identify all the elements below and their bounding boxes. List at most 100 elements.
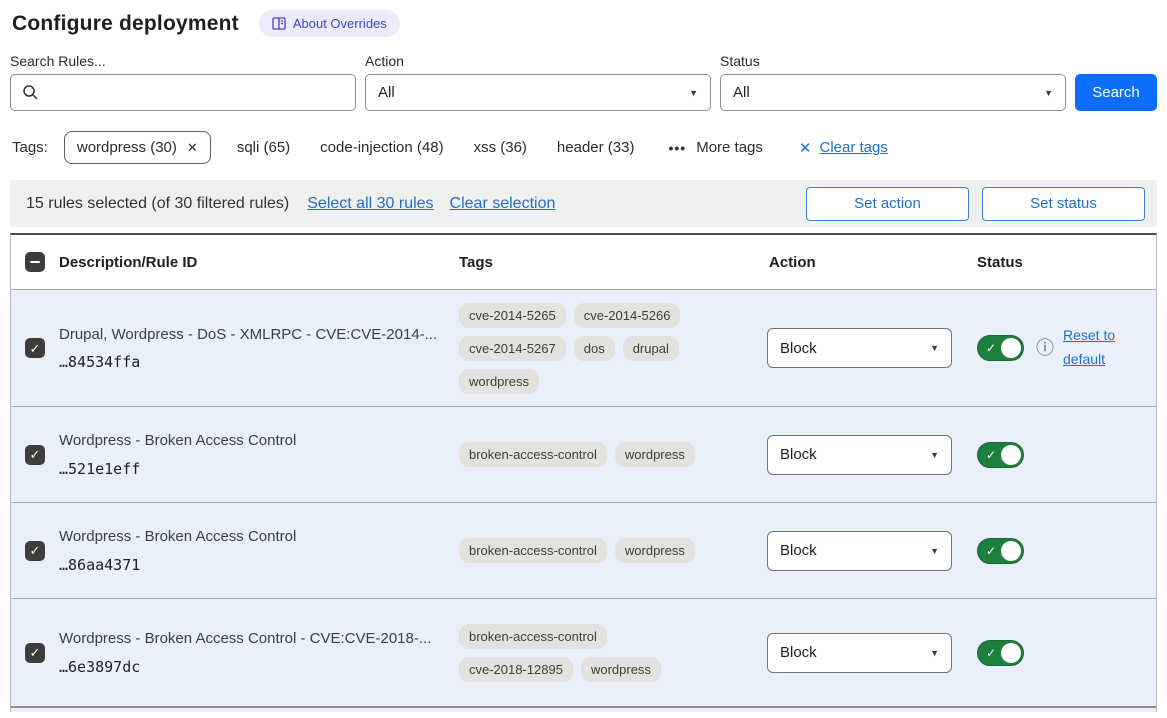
rule-id: …6e3897dc [59, 658, 443, 676]
title-row: Configure deployment About Overrides [12, 10, 1157, 37]
action-value: Block [780, 446, 817, 463]
status-toggle[interactable]: ✓ [977, 538, 1024, 564]
clear-tags-link[interactable]: ✕ Clear tags [799, 139, 888, 157]
rule-tag-pill: wordpress [615, 442, 695, 467]
rule-description: Wordpress - Broken Access Control [59, 527, 443, 547]
table-bottom-edge [11, 706, 1156, 712]
about-overrides-badge[interactable]: About Overrides [259, 10, 400, 37]
rule-tag-pill: broken-access-control [459, 538, 607, 563]
action-select[interactable]: Block ▼ [767, 633, 952, 673]
configure-deployment-page: Configure deployment About Overrides Sea… [0, 0, 1167, 712]
status-toggle[interactable]: ✓ [977, 640, 1024, 666]
chevron-down-icon: ▼ [930, 343, 939, 353]
table-body: ✓ Drupal, Wordpress - DoS - XMLRPC - CVE… [11, 289, 1156, 706]
select-all-rules-link[interactable]: Select all 30 rules [307, 195, 433, 213]
tags-label: Tags: [12, 139, 48, 156]
chevron-down-icon: ▼ [930, 648, 939, 658]
rule-description: Wordpress - Broken Access Control [59, 431, 443, 451]
table-header-row: Description/Rule ID Tags Action Status [11, 235, 1156, 289]
rule-tag-pill: broken-access-control [459, 442, 607, 467]
chevron-down-icon: ▼ [930, 546, 939, 556]
column-header-tags: Tags [459, 254, 759, 271]
table-row: ✓ Wordpress - Broken Access Control …86a… [11, 502, 1156, 598]
row-checkbox[interactable]: ✓ [25, 338, 45, 358]
column-header-action: Action [759, 254, 969, 271]
filter-row: Search Rules... Action All ▼ Status All … [10, 53, 1157, 111]
row-checkbox[interactable]: ✓ [25, 541, 45, 561]
action-value: Block [780, 340, 817, 357]
tag-links: sqli (65) code-injection (48) xss (36) head… [237, 139, 665, 156]
tag-filter-link[interactable]: header (33) [557, 139, 635, 156]
rule-tag-pill: wordpress [581, 657, 661, 682]
reset-to-default-link[interactable]: Reset to default [1063, 324, 1127, 372]
ellipsis-icon: ••• [668, 140, 686, 156]
set-action-button[interactable]: Set action [806, 187, 969, 221]
rule-tags-cell: cve-2014-5265 cve-2014-5266 cve-2014-5267 d… [459, 297, 709, 400]
clear-selection-link[interactable]: Clear selection [450, 195, 556, 213]
status-filter-select[interactable]: All ▼ [720, 74, 1066, 111]
search-rules-label: Search Rules... [10, 53, 356, 69]
action-select[interactable]: Block ▼ [767, 328, 952, 368]
rule-tags-cell: broken-access-control cve-2018-12895 wordp… [459, 618, 709, 688]
rule-id: …86aa4371 [59, 556, 443, 574]
rule-id: …521e1eff [59, 460, 443, 478]
rule-tag-pill: broken-access-control [459, 624, 607, 649]
tags-bar: Tags: wordpress (30) ✕ sqli (65) code-inj… [12, 131, 1157, 164]
info-icon[interactable]: ⓘ [1036, 339, 1054, 357]
rule-tag-pill: cve-2018-12895 [459, 657, 573, 682]
action-filter-select[interactable]: All ▼ [365, 74, 711, 111]
set-status-button[interactable]: Set status [982, 187, 1145, 221]
more-tags-button[interactable]: ••• More tags [668, 139, 762, 156]
rule-description: Drupal, Wordpress - DoS - XMLRPC - CVE:C… [59, 325, 443, 345]
search-icon [22, 84, 39, 101]
select-all-checkbox[interactable] [25, 252, 45, 272]
tag-filter-link[interactable]: xss (36) [474, 139, 527, 156]
status-toggle[interactable]: ✓ [977, 335, 1024, 361]
action-value: Block [780, 542, 817, 559]
selection-bar: 15 rules selected (of 30 filtered rules)… [10, 180, 1157, 227]
action-value: Block [780, 644, 817, 661]
table-row: ✓ Wordpress - Broken Access Control - CV… [11, 598, 1156, 706]
book-icon [272, 17, 286, 30]
rule-id: …84534ffa [59, 353, 443, 371]
search-button[interactable]: Search [1075, 74, 1157, 111]
about-overrides-label: About Overrides [293, 16, 387, 31]
status-toggle[interactable]: ✓ [977, 442, 1024, 468]
close-icon: ✕ [799, 139, 812, 157]
rule-tag-pill: wordpress [459, 369, 539, 394]
chevron-down-icon: ▼ [930, 450, 939, 460]
action-select[interactable]: Block ▼ [767, 435, 952, 475]
column-header-description: Description/Rule ID [59, 254, 459, 271]
rule-tags-cell: broken-access-control wordpress [459, 532, 709, 569]
rule-tag-pill: drupal [623, 336, 679, 361]
more-tags-label: More tags [696, 139, 763, 156]
remove-tag-icon[interactable]: ✕ [187, 140, 198, 156]
rule-tag-pill: cve-2014-5265 [459, 303, 566, 328]
column-header-status: Status [969, 254, 1156, 271]
selected-tag-chip[interactable]: wordpress (30) ✕ [64, 131, 211, 164]
rule-tag-pill: cve-2014-5267 [459, 336, 566, 361]
action-select[interactable]: Block ▼ [767, 531, 952, 571]
rule-tag-pill: wordpress [615, 538, 695, 563]
table-row: ✓ Drupal, Wordpress - DoS - XMLRPC - CVE… [11, 289, 1156, 406]
tag-filter-link[interactable]: sqli (65) [237, 139, 290, 156]
rule-tags-cell: broken-access-control wordpress [459, 436, 709, 473]
rule-description: Wordpress - Broken Access Control - CVE:… [59, 629, 443, 649]
status-filter-value: All [733, 84, 750, 101]
chevron-down-icon: ▼ [1044, 88, 1053, 98]
action-filter-value: All [378, 84, 395, 101]
page-title: Configure deployment [12, 12, 239, 36]
table-row: ✓ Wordpress - Broken Access Control …521… [11, 406, 1156, 502]
selection-summary: 15 rules selected (of 30 filtered rules) [26, 195, 289, 213]
action-filter-label: Action [365, 53, 711, 69]
row-checkbox[interactable]: ✓ [25, 445, 45, 465]
clear-tags-label: Clear tags [819, 139, 887, 156]
row-checkbox[interactable]: ✓ [25, 643, 45, 663]
tag-filter-link[interactable]: code-injection (48) [320, 139, 443, 156]
rule-tag-pill: cve-2014-5266 [574, 303, 681, 328]
status-filter-label: Status [720, 53, 1066, 69]
search-input[interactable] [10, 74, 356, 111]
selected-tag-label: wordpress (30) [77, 139, 177, 156]
rule-tag-pill: dos [574, 336, 615, 361]
rules-table: Description/Rule ID Tags Action Status ✓… [10, 233, 1157, 712]
